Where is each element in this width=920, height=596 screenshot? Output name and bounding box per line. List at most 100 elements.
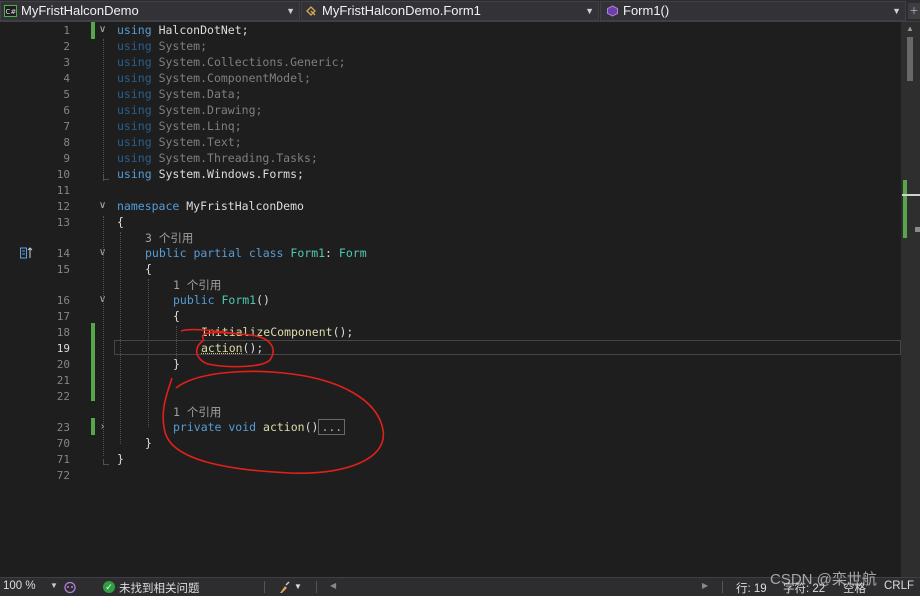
reference-count-lens[interactable]: 1 个引用 (173, 277, 221, 293)
using-target: System.Windows.Forms; (158, 167, 304, 181)
code-line: public Form1() (173, 293, 270, 307)
keyword: using (117, 23, 152, 37)
using-target: System; (158, 39, 208, 53)
punctuation: : (325, 246, 332, 260)
chevron-down-icon: ▼ (286, 6, 295, 16)
keyword: namespace (117, 199, 180, 213)
indent-guide (103, 174, 109, 180)
keyword: using (117, 119, 152, 133)
base-class-name: Form (338, 246, 367, 260)
collapsed-region[interactable]: ... (318, 419, 346, 435)
using-target: HalconDotNet; (158, 23, 249, 37)
code-line: } (117, 452, 124, 466)
code-editor[interactable]: 1 2 3 4 5 6 7 8 9 10 11 12 13 14 15 16 1… (0, 22, 920, 577)
svg-text:C#: C# (6, 8, 17, 16)
separator (316, 581, 317, 593)
method-cube-icon (607, 5, 618, 17)
using-target: System.Text; (158, 135, 242, 149)
change-indicator (91, 323, 95, 401)
scroll-left-icon[interactable]: ◀ (330, 581, 336, 590)
line-number: 4 (63, 72, 70, 85)
line-number: 5 (63, 88, 70, 101)
brace: } (117, 452, 124, 466)
method-call: InitializeComponent (201, 325, 333, 339)
line-number: 23 (56, 421, 70, 434)
fold-toggle-icon[interactable]: ∨ (97, 24, 108, 35)
code-line: public partial class Form1: Form (145, 246, 367, 260)
line-number: 12 (56, 200, 70, 213)
keyword: using (117, 39, 152, 53)
line-number: 11 (56, 184, 70, 197)
indent-guide (120, 232, 121, 444)
chevron-down-icon[interactable]: ▼ (294, 582, 302, 591)
scroll-right-icon[interactable]: ▶ (702, 581, 708, 590)
brace: } (173, 357, 180, 371)
change-marker (903, 180, 907, 238)
keyword: private void (173, 420, 257, 434)
using-target: System.ComponentModel; (158, 71, 311, 85)
watermark: CSDN @栾世航 (770, 571, 877, 588)
code-line: using System.Drawing; (117, 103, 262, 117)
glyph-margin (0, 22, 40, 577)
project-dropdown[interactable]: C# MyFristHalconDemo ▼ (0, 1, 300, 21)
line-number: 16 (56, 294, 70, 307)
line-number: 20 (56, 358, 70, 371)
using-target: System.Data; (158, 87, 242, 101)
vertical-scrollbar[interactable]: ▲ (901, 22, 920, 577)
line-ending-indicator[interactable]: CRLF (884, 580, 914, 592)
code-line: using System.Text; (117, 135, 242, 149)
keyword: public (173, 293, 215, 307)
using-target: System.Collections.Generic; (158, 55, 346, 69)
code-line: private void action()... (173, 419, 346, 435)
chevron-down-icon[interactable]: ▼ (50, 581, 58, 590)
keyword: using (117, 151, 152, 165)
line-number: 8 (63, 136, 70, 149)
code-line: using System.Threading.Tasks; (117, 151, 318, 165)
code-line: using System.ComponentModel; (117, 71, 311, 85)
line-number: 1 (63, 24, 70, 37)
brace: { (145, 262, 152, 276)
using-target: System.Threading.Tasks; (158, 151, 318, 165)
keyword: using (117, 55, 152, 69)
scroll-up-icon[interactable]: ▲ (906, 24, 914, 33)
code-line: using System.Windows.Forms; (117, 167, 304, 181)
line-number: 15 (56, 263, 70, 276)
code-line: { (145, 262, 152, 276)
split-window-button[interactable]: ＋ (908, 3, 920, 19)
brace: { (173, 309, 180, 323)
line-number: 70 (56, 437, 70, 450)
code-line: using System.Linq; (117, 119, 242, 133)
class-scope-dropdown[interactable]: MyFristHalconDemo.Form1 ▼ (301, 1, 599, 21)
member-dropdown[interactable]: Form1() ▼ (600, 1, 906, 21)
separator (722, 581, 723, 593)
line-number: 13 (56, 216, 70, 229)
zoom-level[interactable]: 100 % (3, 580, 36, 592)
indent-guide (103, 216, 104, 456)
line-position[interactable]: 行: 19 (736, 580, 767, 596)
indent-guide (103, 459, 109, 465)
line-number: 2 (63, 40, 70, 53)
reference-count-lens[interactable]: 1 个引用 (173, 404, 221, 420)
line-number: 10 (56, 168, 70, 181)
line-number: 17 (56, 310, 70, 323)
punctuation: () (304, 420, 319, 434)
change-indicator (91, 22, 95, 39)
using-target: System.Linq; (158, 119, 242, 133)
member-name: Form1() (623, 3, 670, 18)
code-line: { (117, 215, 124, 229)
csharp-project-icon: C# (4, 5, 17, 17)
constructor-name: Form1 (221, 293, 257, 307)
line-number: 21 (56, 374, 70, 387)
fold-toggle-icon[interactable]: ∨ (97, 200, 108, 211)
code-line: InitializeComponent(); (201, 325, 353, 339)
brace: } (145, 436, 152, 450)
reference-count-lens[interactable]: 3 个引用 (145, 230, 193, 246)
issues-status[interactable]: 未找到相关问题 (119, 580, 200, 596)
scrollbar-thumb[interactable] (907, 37, 913, 81)
line-number: 9 (63, 152, 70, 165)
line-number: 18 (56, 326, 70, 339)
method-call: action (201, 341, 243, 355)
quick-action-icon[interactable] (20, 247, 34, 259)
copilot-icon[interactable] (63, 581, 77, 594)
code-cleanup-brush-icon[interactable] (277, 581, 291, 594)
